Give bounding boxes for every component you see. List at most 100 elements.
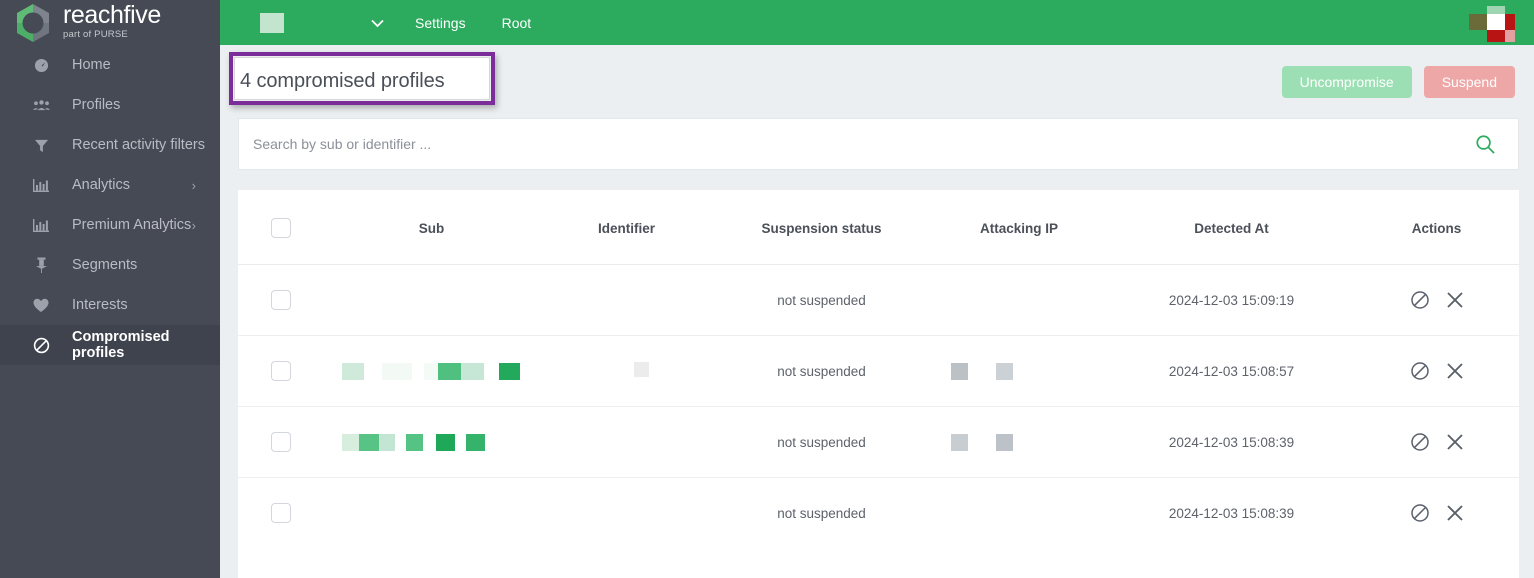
sidebar-item-premium-analytics[interactable]: Premium Analytics › — [0, 205, 220, 245]
table-header: Sub Identifier Suspension status Attacki… — [238, 190, 1519, 265]
close-icon[interactable] — [1446, 291, 1464, 309]
row-checkbox[interactable] — [271, 432, 291, 452]
redacted-block — [423, 433, 436, 451]
reachfive-hexagon-logo — [12, 2, 54, 44]
app-root: reachfive part of PURSE Home Profiles Re… — [0, 0, 1534, 578]
main-area: Settings Root 4 compromised profiles Unc… — [220, 0, 1534, 578]
page-header: 4 compromised profiles Uncompromise Susp… — [220, 45, 1534, 118]
redacted-block — [634, 362, 649, 377]
select-all-checkbox[interactable] — [271, 218, 291, 238]
sub-cell — [324, 478, 539, 549]
sidebar-item-label: Premium Analytics — [72, 217, 192, 233]
row-checkbox-cell — [238, 478, 324, 549]
suspension-status-cell: not suspended — [714, 264, 929, 336]
chevron-down-icon[interactable] — [370, 18, 385, 28]
detected-at-cell: 2024-12-03 15:08:39 — [1109, 406, 1354, 478]
close-icon[interactable] — [1446, 433, 1464, 451]
users-icon — [30, 98, 52, 112]
compromised-profiles-table-card: Sub Identifier Suspension status Attacki… — [238, 190, 1519, 578]
redacted-block — [461, 362, 484, 380]
sidebar-item-interests[interactable]: Interests — [0, 285, 220, 325]
sub-redacted-value — [324, 433, 539, 451]
table-row[interactable]: not suspended 2024-12-03 15:08:39 — [238, 406, 1519, 478]
sidebar-item-compromised-profiles[interactable]: Compromised profiles — [0, 325, 220, 365]
column-header-suspension-status[interactable]: Suspension status — [714, 190, 929, 265]
table-body: not suspended 2024-12-03 15:09:19 not susp… — [238, 264, 1519, 549]
pin-icon — [30, 257, 52, 273]
column-header-detected-at[interactable]: Detected At — [1109, 190, 1354, 265]
redacted-block — [438, 362, 461, 380]
sidebar-item-profiles[interactable]: Profiles — [0, 85, 220, 125]
redacted-block — [412, 362, 424, 380]
brand-logo[interactable]: reachfive part of PURSE — [0, 0, 220, 45]
uncompromise-button[interactable]: Uncompromise — [1281, 65, 1412, 98]
redacted-block — [364, 362, 382, 380]
client-name-redacted — [260, 12, 284, 33]
table-header-row: Sub Identifier Suspension status Attacki… — [238, 190, 1519, 265]
ban-icon[interactable] — [1410, 503, 1430, 523]
redacted-block — [951, 433, 968, 451]
redacted-block — [484, 362, 499, 380]
user-avatar-redacted[interactable] — [1469, 6, 1515, 42]
table-row[interactable]: not suspended 2024-12-03 15:08:57 — [238, 335, 1519, 407]
brand-text: reachfive part of PURSE — [63, 3, 161, 42]
sidebar-item-segments[interactable]: Segments — [0, 245, 220, 285]
ban-icon[interactable] — [1410, 361, 1430, 381]
close-icon[interactable] — [1446, 504, 1464, 522]
actions-cell — [1354, 478, 1519, 549]
actions-cell — [1354, 406, 1519, 478]
search-icon[interactable] — [1475, 134, 1496, 155]
redacted-block — [996, 362, 1013, 380]
suspension-status-cell: not suspended — [714, 406, 929, 478]
topbar-link-root[interactable]: Root — [502, 15, 532, 31]
redacted-block — [499, 362, 520, 380]
sidebar-item-label: Home — [72, 57, 111, 73]
sidebar-item-analytics[interactable]: Analytics › — [0, 165, 220, 205]
page-title: 4 compromised profiles — [240, 70, 445, 92]
detected-at-cell: 2024-12-03 15:09:19 — [1109, 264, 1354, 336]
ban-icon[interactable] — [1410, 290, 1430, 310]
redacted-block — [379, 433, 395, 451]
sub-cell — [324, 406, 539, 478]
suspension-status-cell: not suspended — [714, 335, 929, 407]
close-icon[interactable] — [1446, 362, 1464, 380]
redacted-block — [342, 433, 359, 451]
page-header-actions: Uncompromise Suspend — [1281, 65, 1515, 98]
attacking-ip-redacted-value — [929, 362, 1109, 380]
sidebar-item-home[interactable]: Home — [0, 45, 220, 85]
search-bar — [238, 118, 1519, 170]
redacted-block — [395, 433, 406, 451]
table-row[interactable]: not suspended 2024-12-03 15:08:39 — [238, 478, 1519, 549]
attacking-ip-cell — [929, 335, 1109, 407]
heart-icon — [30, 298, 52, 313]
attacking-ip-cell — [929, 478, 1109, 549]
suspend-button[interactable]: Suspend — [1423, 65, 1515, 98]
identifier-cell — [539, 478, 714, 549]
search-input[interactable] — [253, 136, 1475, 152]
bar-chart-icon — [30, 218, 52, 233]
row-checkbox[interactable] — [271, 290, 291, 310]
topbar-link-settings[interactable]: Settings — [415, 15, 466, 31]
sidebar-item-recent-activity-filters[interactable]: Recent activity filters — [0, 125, 220, 165]
row-checkbox-cell — [238, 406, 324, 478]
row-checkbox-cell — [238, 264, 324, 336]
redacted-block — [996, 433, 1013, 451]
chevron-right-icon: › — [191, 177, 196, 193]
redacted-block — [382, 362, 412, 380]
row-checkbox[interactable] — [271, 503, 291, 524]
gauge-icon — [30, 58, 52, 73]
row-checkbox[interactable] — [271, 361, 291, 381]
ban-icon[interactable] — [1410, 432, 1430, 452]
redacted-block — [436, 433, 455, 451]
suspension-status-cell: not suspended — [777, 505, 866, 521]
ban-icon — [30, 337, 52, 354]
select-all-header — [238, 190, 324, 265]
redacted-block — [424, 362, 438, 380]
column-header-identifier[interactable]: Identifier — [539, 190, 714, 265]
column-header-attacking-ip[interactable]: Attacking IP — [929, 190, 1109, 265]
column-header-sub[interactable]: Sub — [324, 190, 539, 265]
sidebar: reachfive part of PURSE Home Profiles Re… — [0, 0, 220, 578]
sidebar-item-label: Interests — [72, 297, 128, 313]
actions-cell — [1354, 264, 1519, 336]
table-row[interactable]: not suspended 2024-12-03 15:09:19 — [238, 264, 1519, 336]
